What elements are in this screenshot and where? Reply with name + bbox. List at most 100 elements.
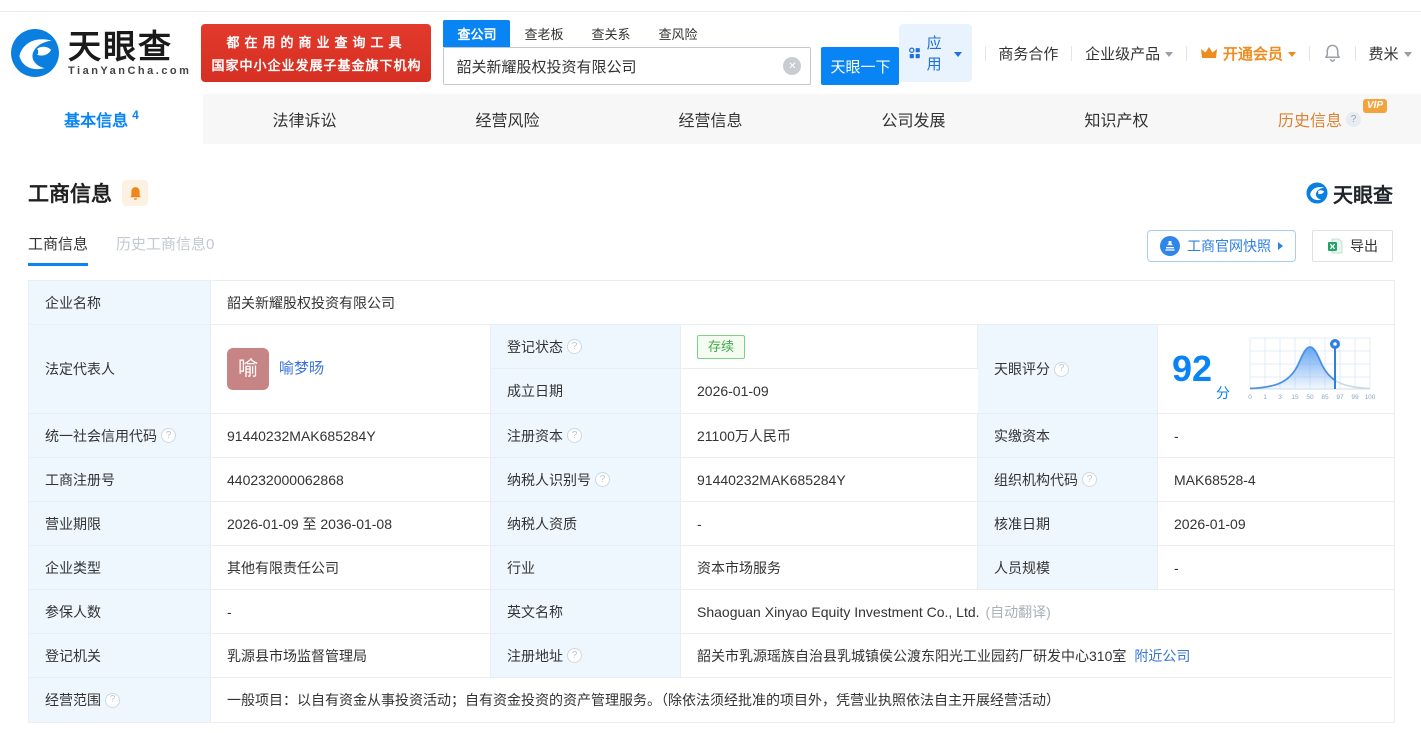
- divider: [984, 45, 986, 61]
- status-date-block: 登记状态 存续 成立日期 2026-01-09: [491, 325, 978, 414]
- divider: [1308, 45, 1310, 61]
- export-label: 导出: [1350, 238, 1378, 254]
- industry-value: 资本市场服务: [681, 546, 978, 590]
- section-title: 工商信息: [28, 183, 112, 206]
- help-icon[interactable]: [105, 692, 120, 708]
- legal-rep-cell: 喻 喻梦旸: [211, 325, 491, 414]
- search-tab-relation[interactable]: 查关系: [577, 20, 644, 47]
- site-logo[interactable]: 天眼查 TianYanCha.com: [10, 28, 191, 78]
- search-tabs: 查公司 查老板 查关系 查风险: [443, 20, 899, 47]
- notifications-button[interactable]: [1323, 43, 1342, 63]
- registered-capital-value: 21100万人民币: [681, 414, 978, 458]
- english-name-value: Shaoguan Xinyao Equity Investment Co., L…: [681, 590, 1392, 634]
- table-row: 法定代表人 喻 喻梦旸 登记状态 存续 成立日期 2026-01-09 天眼评分: [29, 325, 1394, 414]
- export-button[interactable]: 导出: [1312, 230, 1393, 262]
- business-info-table: 企业名称 韶关新耀股权投资有限公司 法定代表人 喻 喻梦旸 登记状态 存续 成立…: [28, 280, 1395, 723]
- subtab-business-info[interactable]: 工商信息: [28, 233, 89, 266]
- tab-intellectual-property[interactable]: 知识产权: [1015, 94, 1218, 144]
- cooperation-label: 商务合作: [998, 45, 1059, 63]
- promo-line-1: 都在用的商业查询工具: [226, 35, 407, 50]
- user-menu[interactable]: 费米: [1368, 43, 1412, 64]
- subtab-history-business-info[interactable]: 历史工商信息0: [116, 233, 214, 266]
- help-icon[interactable]: [567, 648, 582, 663]
- score-unit: 分: [1216, 385, 1231, 401]
- registered-capital-label: 注册资本: [491, 414, 681, 458]
- score-number: 92: [1172, 348, 1213, 389]
- address-text: 韶关市乳源瑶族自治县乳城镇侯公渡东阳光工业园药厂研发中心310室: [697, 647, 1127, 664]
- taxpayer-id-label: 纳税人识别号: [491, 458, 681, 502]
- svg-text:97: 97: [1336, 394, 1344, 401]
- nav-cooperation[interactable]: 商务合作: [998, 43, 1058, 64]
- company-name-value: 韶关新耀股权投资有限公司: [211, 281, 1394, 325]
- bell-orange-icon: [129, 186, 141, 200]
- tab-operation-info[interactable]: 经营信息: [609, 94, 812, 144]
- score-value-cell: 92 分 0 1 3 15 50 85 97 99 100: [1158, 325, 1394, 414]
- score-distribution-chart[interactable]: 0 1 3 15 50 85 97 99 100: [1240, 336, 1376, 402]
- header-nav: 应用 商务合作 企业级产品 开通会员 费米: [899, 24, 1412, 82]
- registration-no-label: 工商注册号: [29, 458, 211, 502]
- tab-history-info[interactable]: VIP 历史信息: [1218, 94, 1421, 144]
- svg-text:15: 15: [1291, 394, 1299, 401]
- tab-legal-litigation[interactable]: 法律诉讼: [203, 94, 406, 144]
- insured-count-label: 参保人数: [29, 590, 211, 634]
- nav-open-vip[interactable]: 开通会员: [1200, 43, 1296, 64]
- help-icon[interactable]: [1346, 111, 1361, 127]
- legal-rep-label: 法定代表人: [29, 325, 211, 414]
- chevron-down-icon: [1165, 51, 1174, 57]
- established-label-cell: 成立日期: [491, 369, 681, 413]
- vip-badge: VIP: [1362, 99, 1387, 113]
- business-scope-value: 一般项目：以自有资金从事投资活动；自有资金投资的资产管理服务。（除依法须经批准的…: [211, 678, 1394, 722]
- excel-icon: [1328, 238, 1343, 254]
- help-icon[interactable]: [161, 428, 176, 443]
- tab-label: 法律诉讼: [272, 113, 337, 130]
- legal-rep-link[interactable]: 喻梦旸: [279, 359, 324, 379]
- help-icon[interactable]: [567, 428, 582, 443]
- help-icon[interactable]: [567, 339, 582, 354]
- help-icon[interactable]: [1054, 361, 1069, 377]
- search-input[interactable]: [443, 47, 812, 85]
- tab-company-development[interactable]: 公司发展: [812, 94, 1015, 144]
- tab-basic-info[interactable]: 基本信息 4: [0, 94, 203, 144]
- chevron-down-icon: [953, 51, 962, 57]
- score-label: 天眼评分: [994, 361, 1050, 377]
- approval-date-label: 核准日期: [978, 502, 1158, 546]
- divider: [1186, 45, 1187, 61]
- search-tab-company[interactable]: 查公司: [443, 20, 511, 47]
- company-type-label: 企业类型: [29, 546, 211, 590]
- search-button[interactable]: 天眼一下: [821, 47, 900, 85]
- svg-text:1: 1: [1263, 394, 1267, 401]
- table-row: 工商注册号 440232000062868 纳税人识别号 91440232MAK…: [29, 458, 1394, 502]
- tianyancha-eye-icon: [11, 29, 59, 77]
- approval-date-value: 2026-01-09: [1158, 502, 1394, 546]
- reg-status-label: 登记状态: [507, 338, 563, 355]
- watermark-logo: 天眼查: [1306, 179, 1393, 208]
- search-tab-risk[interactable]: 查风险: [645, 20, 712, 47]
- nearby-companies-link[interactable]: 附近公司: [1134, 646, 1190, 666]
- avatar[interactable]: 喻: [227, 348, 269, 390]
- business-scope-label: 经营范围: [29, 678, 211, 722]
- apps-menu[interactable]: 应用: [899, 24, 972, 82]
- help-icon[interactable]: [595, 472, 610, 487]
- svg-text:50: 50: [1306, 394, 1314, 401]
- registration-authority-value: 乳源县市场监督管理局: [211, 634, 491, 678]
- brand-domain: TianYanCha.com: [68, 64, 192, 77]
- chevron-down-icon: [1403, 51, 1412, 57]
- help-icon[interactable]: [1082, 472, 1097, 487]
- status-badge: 存续: [697, 334, 746, 359]
- subscribe-button[interactable]: [122, 180, 148, 206]
- official-snapshot-button[interactable]: 工商官网快照: [1147, 230, 1296, 262]
- subsection-tabs-row: 工商信息 历史工商信息0 工商官网快照 导出: [28, 230, 1393, 268]
- table-row: 登记机关 乳源县市场监督管理局 注册地址 韶关市乳源瑶族自治县乳城镇侯公渡东阳光…: [29, 634, 1394, 678]
- nav-enterprise-products[interactable]: 企业级产品: [1085, 43, 1174, 64]
- tab-operation-risk[interactable]: 经营风险: [406, 94, 609, 144]
- table-row: 参保人数 - 英文名称 Shaoguan Xinyao Equity Inves…: [29, 590, 1394, 634]
- company-tab-bar: 基本信息 4 法律诉讼 经营风险 经营信息 公司发展 知识产权 VIP 历史信息: [0, 94, 1421, 144]
- industry-label: 行业: [491, 546, 681, 590]
- stamp-icon: [1160, 236, 1180, 256]
- search-tab-boss[interactable]: 查老板: [510, 20, 577, 47]
- credit-code-label: 统一社会信用代码: [29, 414, 211, 458]
- svg-text:100: 100: [1365, 394, 1376, 401]
- registered-address-label: 注册地址: [491, 634, 681, 678]
- org-code-value: MAK68528-4: [1158, 458, 1394, 502]
- bell-icon: [1324, 44, 1340, 62]
